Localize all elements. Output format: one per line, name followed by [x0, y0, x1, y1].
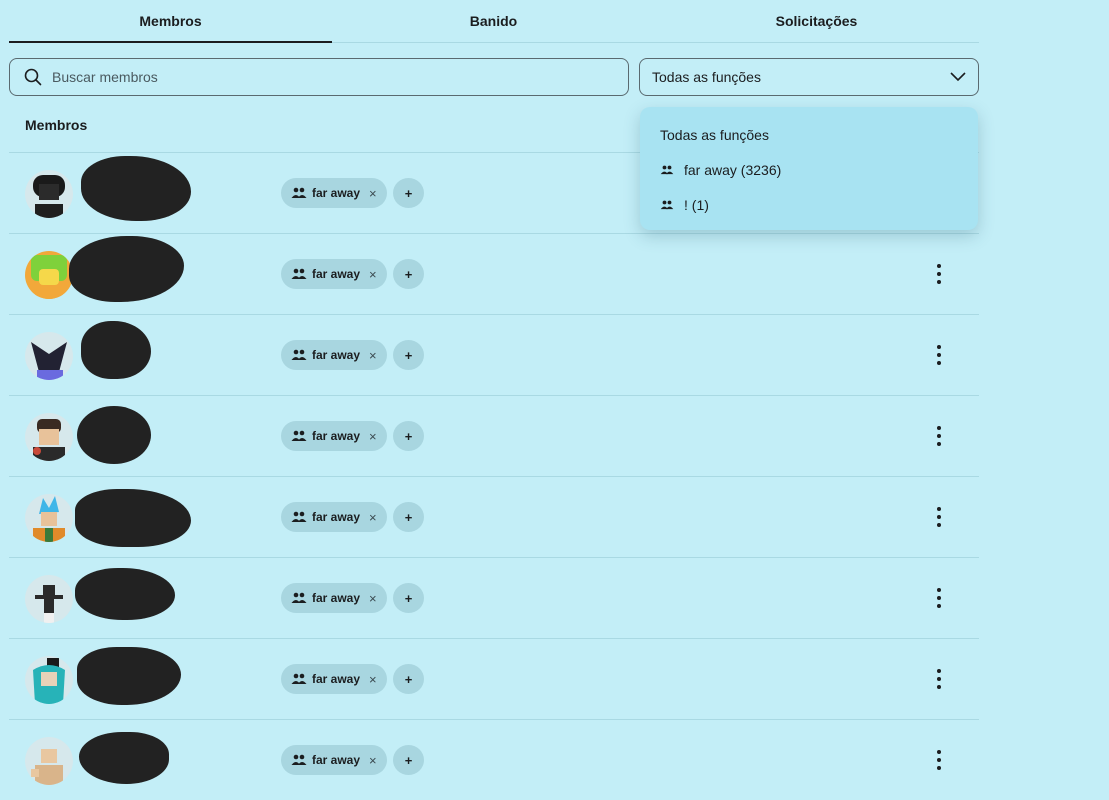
redacted-username: [77, 647, 181, 705]
remove-role-button[interactable]: ×: [369, 348, 377, 363]
tab-banido[interactable]: Banido: [332, 0, 655, 42]
role-filter-dropdown: Todas as funções far away (3236) ! (1): [640, 107, 978, 230]
more-options-icon[interactable]: [929, 669, 949, 689]
avatar[interactable]: [25, 494, 73, 542]
more-options-icon[interactable]: [929, 345, 949, 365]
group-icon: [660, 165, 674, 174]
add-role-button[interactable]: +: [393, 664, 424, 694]
role-chip-label: far away: [312, 348, 361, 362]
remove-role-button[interactable]: ×: [369, 753, 377, 768]
redacted-username: [75, 489, 191, 547]
member-row: far away × +: [9, 395, 979, 476]
group-icon: [291, 349, 307, 360]
role-chip-label: far away: [312, 591, 361, 605]
member-row: far away × +: [9, 314, 979, 395]
more-options-icon[interactable]: [929, 750, 949, 770]
search-input[interactable]: [50, 68, 628, 86]
remove-role-button[interactable]: ×: [369, 591, 377, 606]
search-box[interactable]: [9, 58, 629, 96]
role-chip-label: far away: [312, 510, 361, 524]
add-role-button[interactable]: +: [393, 583, 424, 613]
role-chip[interactable]: far away ×: [281, 259, 387, 289]
redacted-username: [69, 236, 184, 302]
member-row: far away × +: [9, 557, 979, 638]
avatar[interactable]: [25, 332, 73, 380]
tab-membros[interactable]: Membros: [9, 0, 332, 43]
group-icon: [660, 200, 674, 209]
add-role-button[interactable]: +: [393, 502, 424, 532]
avatar[interactable]: [25, 170, 73, 218]
add-role-button[interactable]: +: [393, 259, 424, 289]
member-row: far away × +: [9, 476, 979, 557]
role-filter-select[interactable]: Todas as funções: [639, 58, 979, 96]
dropdown-item-label: far away (3236): [684, 161, 782, 178]
role-chip[interactable]: far away ×: [281, 745, 387, 775]
redacted-username: [81, 321, 151, 379]
role-chip-label: far away: [312, 672, 361, 686]
tab-bar: Membros Banido Solicitações: [9, 0, 979, 43]
group-icon: [291, 187, 307, 198]
dropdown-item-exclaim[interactable]: ! (1): [640, 187, 978, 222]
role-chip[interactable]: far away ×: [281, 583, 387, 613]
more-options-icon[interactable]: [929, 264, 949, 284]
search-icon: [24, 68, 42, 86]
member-row: far away × +: [9, 233, 979, 314]
member-list: far away × + far away × + far away × + f…: [9, 152, 979, 800]
role-chip[interactable]: far away ×: [281, 502, 387, 532]
role-chip[interactable]: far away ×: [281, 340, 387, 370]
role-chip-label: far away: [312, 753, 361, 767]
group-icon: [291, 673, 307, 684]
add-role-button[interactable]: +: [393, 745, 424, 775]
dropdown-item-label: ! (1): [684, 196, 709, 213]
remove-role-button[interactable]: ×: [369, 672, 377, 687]
group-icon: [291, 268, 307, 279]
add-role-button[interactable]: +: [393, 340, 424, 370]
member-row: far away × +: [9, 719, 979, 800]
role-chip[interactable]: far away ×: [281, 664, 387, 694]
role-chip-label: far away: [312, 186, 361, 200]
chevron-down-icon: [950, 72, 966, 82]
avatar[interactable]: [25, 413, 73, 461]
role-chip-label: far away: [312, 429, 361, 443]
group-icon: [291, 511, 307, 522]
dropdown-item-far-away[interactable]: far away (3236): [640, 152, 978, 187]
add-role-button[interactable]: +: [393, 421, 424, 451]
redacted-username: [81, 156, 191, 221]
avatar[interactable]: [25, 656, 73, 704]
section-label: Membros: [25, 117, 88, 133]
redacted-username: [77, 406, 151, 464]
remove-role-button[interactable]: ×: [369, 186, 377, 201]
role-chip[interactable]: far away ×: [281, 178, 387, 208]
more-options-icon[interactable]: [929, 426, 949, 446]
redacted-username: [75, 568, 175, 620]
avatar[interactable]: [25, 251, 73, 299]
group-icon: [291, 430, 307, 441]
remove-role-button[interactable]: ×: [369, 510, 377, 525]
role-chip-label: far away: [312, 267, 361, 281]
avatar[interactable]: [25, 737, 73, 785]
group-icon: [291, 592, 307, 603]
avatar[interactable]: [25, 575, 73, 623]
role-chip[interactable]: far away ×: [281, 421, 387, 451]
role-filter-value: Todas as funções: [652, 69, 761, 85]
dropdown-item-label: Todas as funções: [660, 126, 769, 143]
member-row: far away × +: [9, 638, 979, 719]
remove-role-button[interactable]: ×: [369, 429, 377, 444]
more-options-icon[interactable]: [929, 507, 949, 527]
remove-role-button[interactable]: ×: [369, 267, 377, 282]
redacted-username: [79, 732, 169, 784]
group-icon: [291, 754, 307, 765]
tab-solicitacoes[interactable]: Solicitações: [655, 0, 978, 42]
add-role-button[interactable]: +: [393, 178, 424, 208]
more-options-icon[interactable]: [929, 588, 949, 608]
dropdown-item-all-roles[interactable]: Todas as funções: [640, 117, 978, 152]
